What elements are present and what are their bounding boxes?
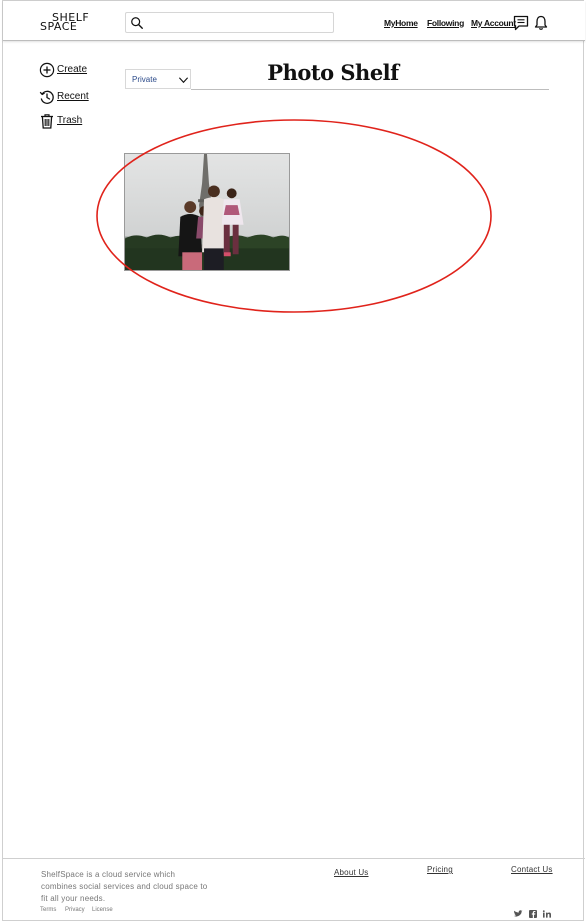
bell-icon[interactable] [533,15,549,31]
footer-privacy-link[interactable]: Privacy [65,907,85,913]
nav-following-link[interactable]: Following [427,18,464,28]
footer-about-link[interactable]: About Us [334,868,369,877]
sidebar-item-label: Recent [57,91,89,102]
logo-line-2: SPACE [40,20,78,33]
chevron-down-icon [178,77,189,84]
title-divider [191,89,549,90]
trash-icon [41,114,53,129]
sidebar-item-label: Create [57,64,88,75]
privacy-selected-value: Private [132,75,157,84]
footer-terms-link[interactable]: Terms [40,907,56,913]
page-title: Photo Shelf [267,60,399,85]
search-bar[interactable] [125,12,334,33]
history-icon [39,90,54,104]
shelfspace-logo[interactable]: SHELF SPACE [39,10,91,34]
top-header: SHELF SPACE MyHome Following My Account [3,1,585,41]
privacy-dropdown[interactable]: Private [125,69,191,89]
footer-description: ShelfSpace is a cloud service which comb… [41,870,208,903]
search-input[interactable] [148,15,330,30]
nav-myhome-link[interactable]: MyHome [384,18,418,28]
photo-thumbnail[interactable] [124,153,290,271]
facebook-icon[interactable] [528,910,538,918]
nav-my-account-link[interactable]: My Account [471,18,516,28]
twitter-icon[interactable] [513,910,523,918]
footer-pricing-link[interactable]: Pricing [427,865,453,874]
chat-icon[interactable] [513,15,529,31]
footer: ShelfSpace is a cloud service which comb… [3,858,585,922]
linkedin-icon[interactable] [542,910,552,918]
footer-license-link[interactable]: License [92,907,113,913]
footer-contact-link[interactable]: Contact Us [511,865,553,874]
sidebar-item-label: Trash [57,115,83,126]
page-frame: SHELF SPACE MyHome Following My Account [2,0,585,922]
search-icon [131,17,143,29]
family-photo-image [125,154,289,270]
plus-circle-icon [39,62,55,78]
